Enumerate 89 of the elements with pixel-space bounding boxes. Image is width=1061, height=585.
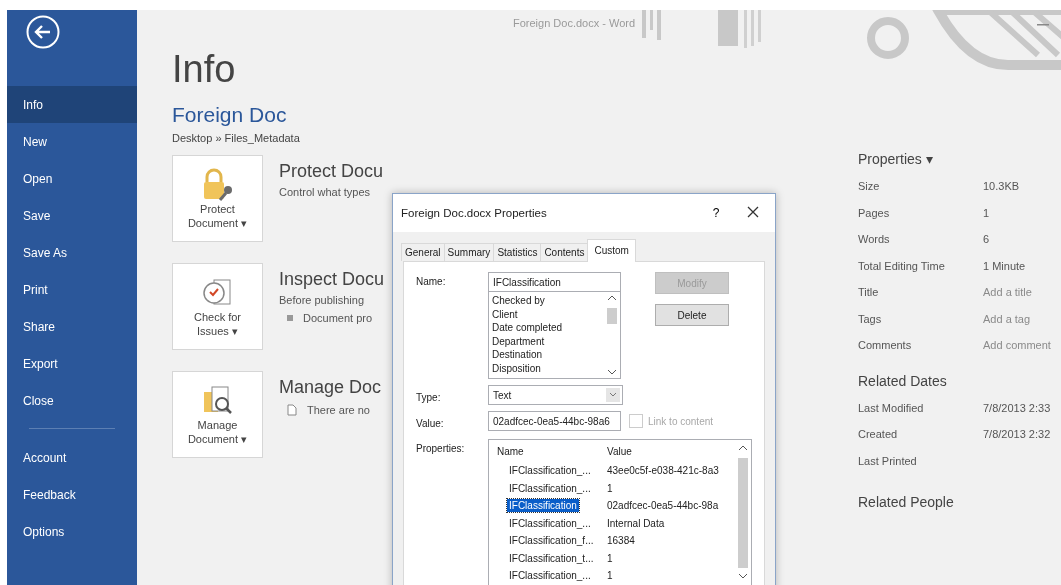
property-value: 1: [607, 570, 613, 582]
nav-item[interactable]: Feedback: [7, 476, 137, 513]
window-title: Foreign Doc.docx - Word: [513, 17, 636, 29]
property-value: 1: [607, 552, 613, 564]
page-heading: Info: [172, 48, 237, 91]
bullet-icon: [287, 315, 293, 321]
dialog-tab[interactable]: General: [401, 243, 445, 261]
section-description: Before publishing: [279, 294, 365, 306]
section-title: Protect Docu: [279, 161, 384, 182]
dialog-tab[interactable]: Custom: [587, 239, 636, 262]
date-value: 7/8/2013 2:32: [983, 428, 1051, 441]
list-option[interactable]: Client: [492, 307, 601, 322]
property-name[interactable]: IFClassification: [507, 499, 579, 513]
property-label: Tags: [858, 312, 883, 325]
list-option[interactable]: Checked by: [492, 294, 601, 308]
properties-heading[interactable]: Properties ▾: [858, 151, 1061, 167]
nav-item[interactable]: Close: [7, 382, 137, 419]
property-value: 1 Minute: [983, 259, 1026, 272]
list-option[interactable]: Date completed: [492, 321, 601, 335]
property-value: Internal Data: [607, 517, 665, 529]
property-value: 16384: [607, 535, 635, 547]
property-name[interactable]: IFClassification_...: [507, 481, 593, 495]
dialog-tab[interactable]: Summary: [443, 243, 495, 261]
section-heading: Related Dates: [858, 372, 948, 389]
nav-item[interactable]: Print: [7, 271, 137, 308]
property-label: Words: [858, 233, 891, 246]
minimize-icon[interactable]: [1037, 24, 1049, 26]
date-label: Last Modified: [858, 401, 925, 414]
nav-item[interactable]: Account: [7, 439, 137, 476]
section-heading: Related People: [858, 494, 955, 510]
property-label: Pages: [858, 206, 891, 219]
date-value: 7/8/2013 2:33: [983, 401, 1051, 414]
property-value: 43ee0c5f-e038-421c-8a3: [607, 465, 719, 477]
section-description: Control what types: [279, 186, 372, 198]
action-tile-button[interactable]: Manage Document ▾: [172, 371, 263, 458]
column-header[interactable]: Name: [497, 445, 607, 457]
properties-list[interactable]: [488, 439, 752, 585]
nav-item[interactable]: Save: [7, 197, 137, 234]
back-button[interactable]: [26, 15, 60, 49]
property-value: 10.3KB: [983, 180, 1020, 193]
field-label: Type:: [416, 390, 442, 403]
list-option[interactable]: Disposition: [492, 361, 601, 376]
property-value: 6: [983, 233, 990, 246]
nav-item[interactable]: Share: [7, 308, 137, 345]
property-value: 02adfcec-0ea5-44bc-98a: [607, 500, 719, 512]
document-icon: [287, 404, 297, 416]
action-tile-button[interactable]: Check for Issues ▾: [172, 263, 263, 350]
dialog-button[interactable]: Delete: [655, 304, 729, 326]
document-title: Foreign Doc: [172, 103, 288, 127]
value-field[interactable]: 02adfcec-0ea5-44bc-98a6: [488, 411, 621, 431]
list-option[interactable]: Department: [492, 334, 601, 349]
action-tile-button[interactable]: Protect Document ▾: [172, 155, 263, 242]
field-label: Name:: [416, 275, 447, 289]
property-name[interactable]: IFClassification_...: [507, 516, 593, 530]
property-label: Size: [858, 180, 881, 193]
nav-item[interactable]: New: [7, 123, 137, 160]
close-icon: [747, 205, 759, 218]
nav-item[interactable]: Save As: [7, 234, 137, 271]
property-name[interactable]: IFClassification_f...: [507, 534, 596, 548]
date-label: Last Printed: [858, 454, 918, 467]
section-title: Manage Doc: [279, 377, 382, 398]
section-title: Inspect Docu: [279, 269, 385, 290]
chevron-down-icon: [606, 388, 620, 402]
field-label: Value:: [416, 416, 445, 429]
name-field[interactable]: IFClassification: [488, 272, 621, 292]
help-button[interactable]: ?: [701, 206, 731, 220]
field-label: Properties:: [416, 442, 466, 454]
nav-item[interactable]: Open: [7, 160, 137, 197]
file-path: Desktop » Files_Metadata: [172, 132, 301, 144]
property-name[interactable]: IFClassification_t...: [507, 551, 596, 565]
list-option[interactable]: Destination: [492, 348, 601, 362]
name-list[interactable]: Checked by Client Date completed Department Destination Disposition: [488, 292, 621, 379]
nav-item[interactable]: Options: [7, 513, 137, 550]
type-dropdown[interactable]: Text: [488, 385, 623, 405]
property-label: Title: [858, 286, 880, 299]
nav-item[interactable]: Export: [7, 345, 137, 382]
property-value: 1: [607, 482, 613, 494]
property-name[interactable]: IFClassification_...: [507, 569, 593, 583]
inspection-item: Document pro: [303, 312, 373, 324]
property-label: Total Editing Time: [858, 259, 946, 272]
property-label: Comments: [858, 339, 913, 352]
dialog-title: Foreign Doc.docx Properties: [401, 207, 548, 219]
nav-item[interactable]: Info: [7, 86, 137, 123]
property-name[interactable]: IFClassification_...: [507, 464, 593, 478]
column-header[interactable]: Value: [607, 445, 632, 457]
date-label: Created: [858, 428, 899, 441]
section-note: There are no: [307, 404, 370, 416]
checkbox-label: Link to content: [648, 415, 714, 427]
property-value: 1: [983, 206, 990, 219]
